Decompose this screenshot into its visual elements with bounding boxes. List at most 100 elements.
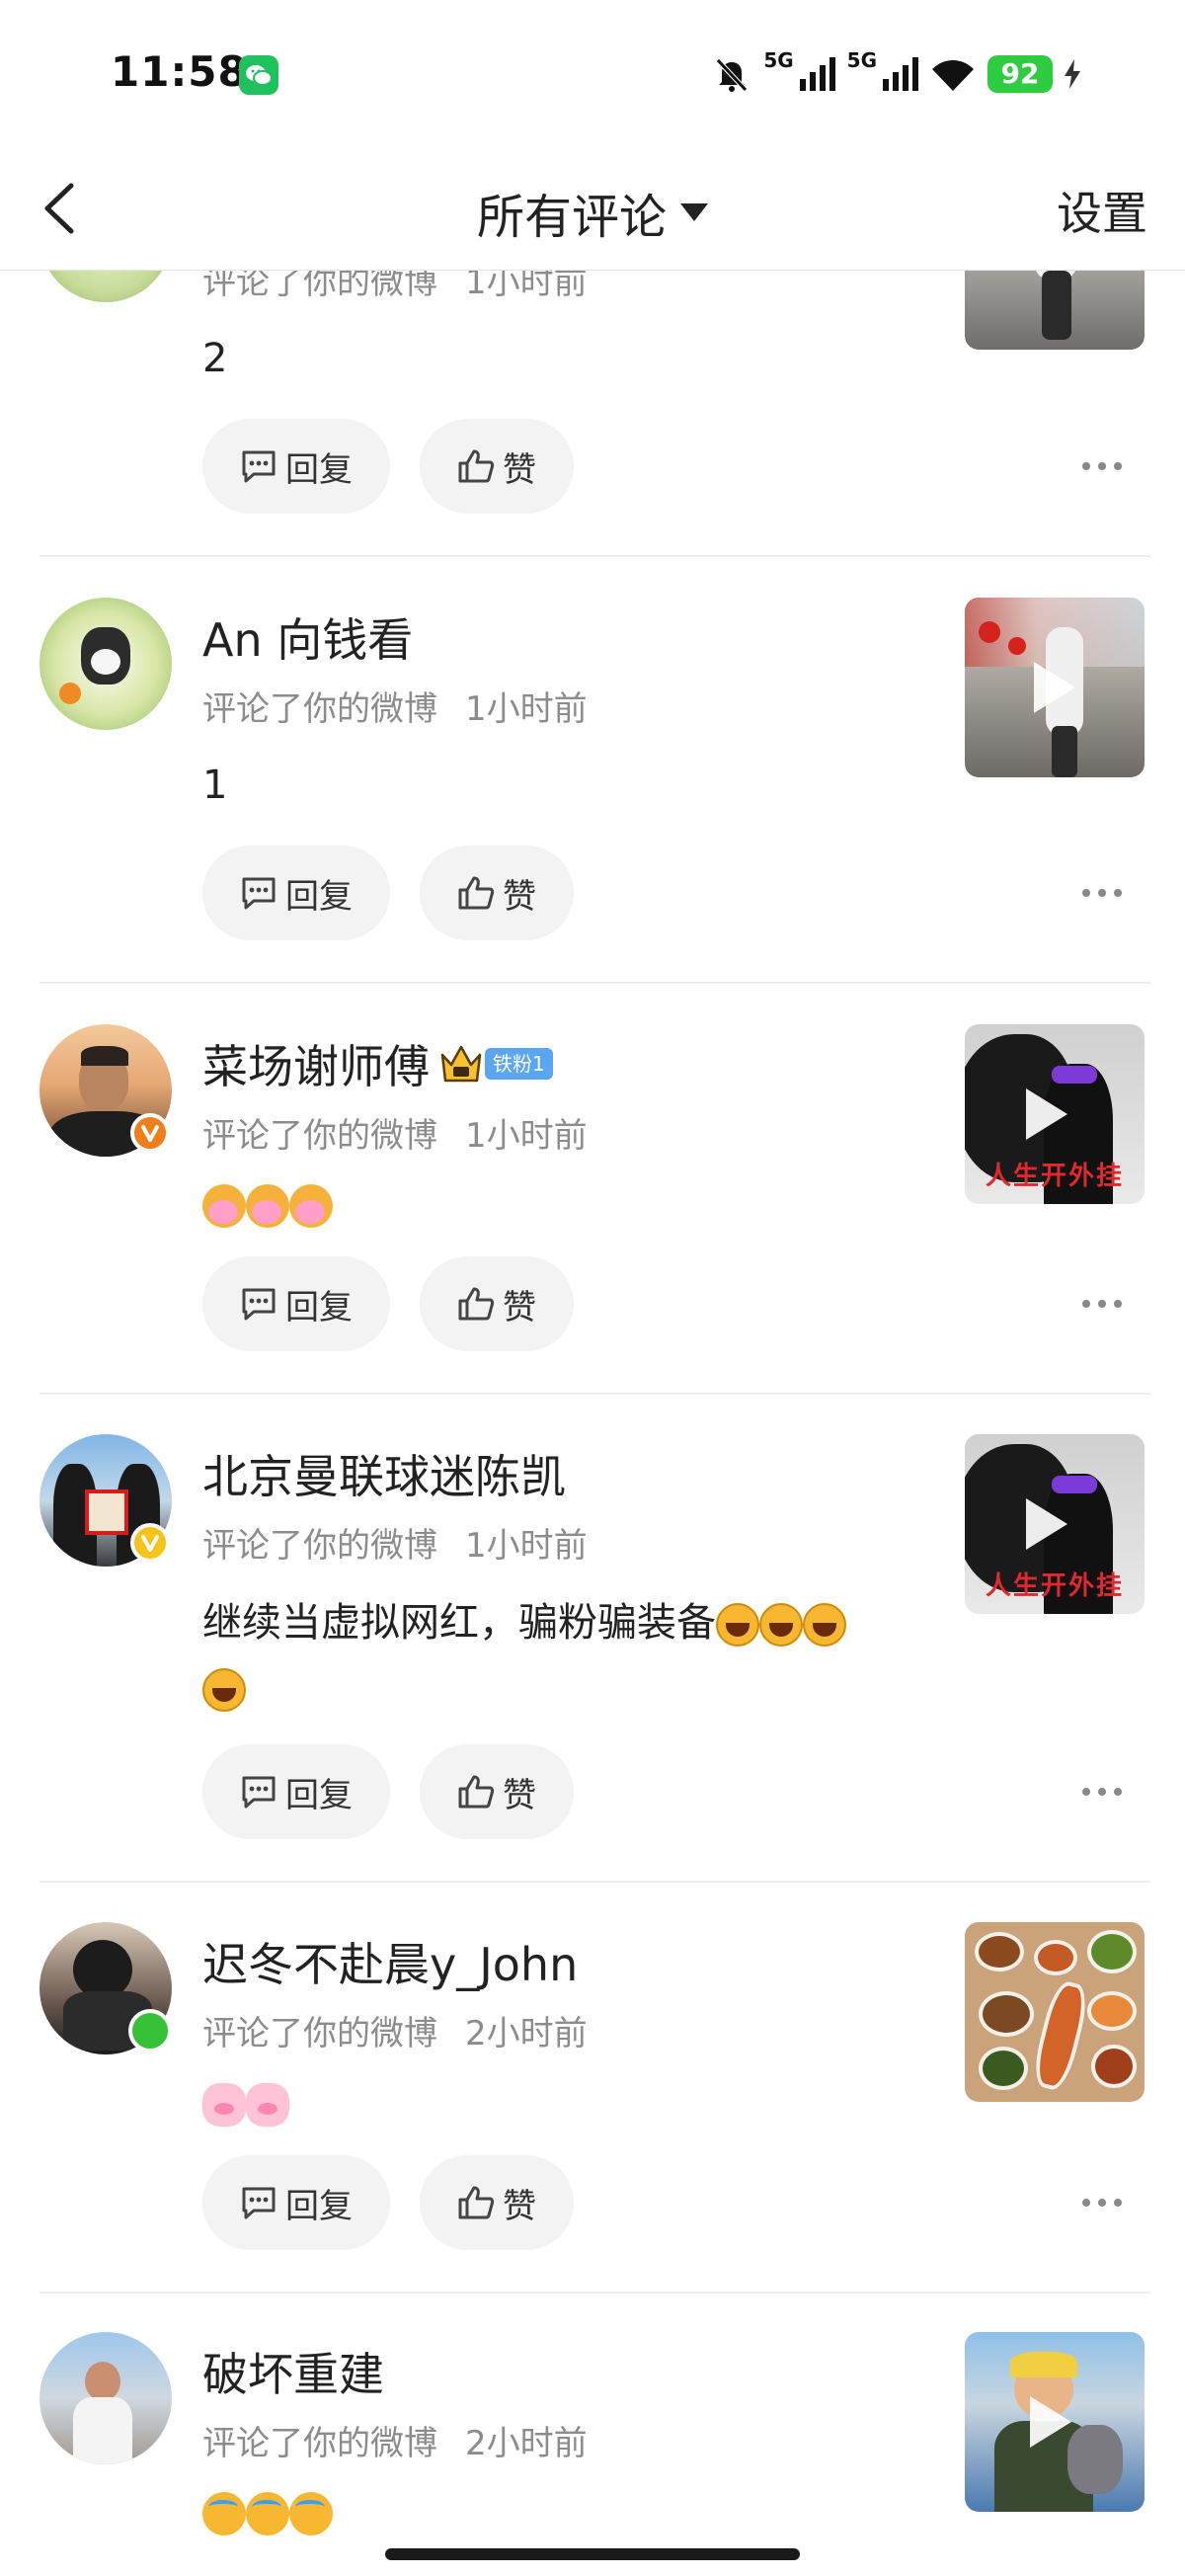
comment-action-text: 评论了你的微博	[202, 2424, 437, 2463]
flower-emoji-icon	[289, 1184, 333, 1228]
comment-content: 继续当虚拟网红，骗粉骗装备	[202, 1590, 923, 1721]
username[interactable]: 菜场谢师傅	[202, 1031, 430, 1096]
username[interactable]: An 向钱看	[202, 604, 413, 670]
page-title: 所有评论	[476, 190, 667, 245]
comment-content	[202, 1171, 923, 1237]
charging-icon	[1065, 59, 1080, 89]
thumbs-up-icon	[458, 876, 495, 910]
divider	[40, 1393, 1150, 1395]
play-icon	[1030, 2396, 1071, 2448]
divider	[40, 555, 1150, 557]
like-button[interactable]: 赞	[420, 1744, 574, 1839]
post-thumbnail[interactable]: 人生开外挂	[965, 1434, 1145, 1614]
username-row: An 向钱看	[202, 604, 413, 670]
post-thumbnail[interactable]: 人生开外挂	[965, 1024, 1145, 1204]
crown-icon	[440, 1045, 482, 1083]
crying-laughing-emoji-icon	[246, 2492, 289, 2536]
comment-actions: 回复 赞	[202, 845, 574, 940]
comment-meta: 评论了你的微博 1小时前	[202, 1108, 588, 1157]
comment-meta: 评论了你的微博 2小时前	[202, 2416, 588, 2464]
comment-time: 2小时前	[465, 2014, 588, 2053]
online-status-icon	[128, 2009, 172, 2053]
more-options-button[interactable]	[1082, 2193, 1122, 2213]
network-type-label: 5G	[763, 48, 794, 72]
post-thumbnail[interactable]	[965, 598, 1145, 777]
like-button[interactable]: 赞	[420, 1256, 574, 1351]
username[interactable]: 破坏重建	[202, 2339, 384, 2404]
reply-button[interactable]: 回复	[202, 1256, 390, 1351]
comment-time: 1小时前	[465, 1526, 588, 1566]
play-icon	[1026, 1498, 1067, 1550]
reply-button[interactable]: 回复	[202, 845, 390, 940]
comment-content	[202, 2070, 923, 2135]
thumbs-up-icon	[458, 449, 495, 483]
comment-actions: 回复 赞	[202, 1744, 574, 1839]
more-options-button[interactable]	[1082, 883, 1122, 903]
comment-time: 2小时前	[465, 2424, 588, 2463]
like-label: 赞	[503, 1287, 536, 1328]
signal-icon	[799, 57, 835, 91]
thumbnail-caption: 人生开外挂	[985, 1162, 1124, 1191]
comment-action-text: 评论了你的微博	[202, 689, 437, 729]
laughing-emoji-icon	[803, 1603, 846, 1647]
verified-badge-icon	[130, 1523, 170, 1563]
like-button[interactable]: 赞	[420, 845, 574, 940]
reply-label: 回复	[285, 1287, 353, 1328]
username[interactable]: 北京曼联球迷陈凯	[202, 1441, 566, 1506]
pig-emoji-icon	[202, 2083, 246, 2127]
signal-icon	[883, 57, 918, 91]
comment-icon	[242, 877, 276, 910]
reply-label: 回复	[285, 876, 353, 917]
reply-label: 回复	[285, 449, 353, 490]
flower-emoji-icon	[246, 1184, 289, 1228]
more-options-button[interactable]	[1082, 1294, 1122, 1314]
more-options-button[interactable]	[1082, 456, 1122, 476]
settings-button[interactable]: 设置	[1057, 178, 1147, 243]
comment-text: 继续当虚拟网红，骗粉骗装备	[202, 1600, 716, 1646]
battery-level: 92	[988, 55, 1053, 93]
bell-off-icon	[712, 54, 751, 94]
more-options-button[interactable]	[1082, 1782, 1122, 1802]
like-button[interactable]: 赞	[420, 2155, 574, 2250]
status-time: 11:58	[111, 47, 248, 96]
like-label: 赞	[503, 2186, 536, 2226]
divider	[40, 982, 1150, 984]
comment-action-text: 评论了你的微博	[202, 2014, 437, 2053]
comment-content: 2	[202, 336, 228, 381]
like-label: 赞	[503, 876, 536, 917]
crying-laughing-emoji-icon	[289, 2492, 333, 2536]
divider	[40, 2292, 1150, 2294]
thumbs-up-icon	[458, 1775, 495, 1809]
crying-laughing-emoji-icon	[202, 2492, 246, 2536]
reply-button[interactable]: 回复	[202, 1744, 390, 1839]
laughing-emoji-icon	[716, 1603, 759, 1647]
thumbs-up-icon	[458, 2186, 495, 2219]
status-indicators: 5G 5G 92	[712, 48, 1080, 99]
divider	[40, 1881, 1150, 1883]
comment-icon	[242, 1776, 276, 1809]
comment-time: 1小时前	[465, 689, 588, 729]
like-label: 赞	[503, 1775, 536, 1815]
avatar[interactable]	[40, 598, 172, 730]
comment-filter-dropdown[interactable]: 所有评论	[0, 178, 1185, 247]
thumbs-up-icon	[458, 1287, 495, 1321]
verified-badge-icon	[130, 1113, 170, 1153]
reply-label: 回复	[285, 2186, 353, 2226]
username[interactable]: 迟冬不赴晨y_John	[202, 1929, 578, 1994]
like-button[interactable]: 赞	[420, 419, 574, 514]
username-row: 北京曼联球迷陈凯	[202, 1441, 566, 1506]
reply-button[interactable]: 回复	[202, 2155, 390, 2250]
comment-actions: 回复 赞	[202, 1256, 574, 1351]
comment-time: 1小时前	[465, 1116, 588, 1156]
home-indicator[interactable]	[385, 2548, 800, 2560]
avatar[interactable]	[40, 2332, 172, 2464]
post-thumbnail[interactable]	[965, 2332, 1145, 2512]
comment-action-text: 评论了你的微博	[202, 1526, 437, 1566]
pig-emoji-icon	[246, 2083, 289, 2127]
username-row: 迟冬不赴晨y_John	[202, 1929, 578, 1994]
laughing-emoji-icon	[202, 1668, 246, 1712]
post-thumbnail[interactable]	[965, 1922, 1145, 2102]
caret-down-icon	[680, 203, 708, 221]
reply-button[interactable]: 回复	[202, 419, 390, 514]
comment-content	[202, 2479, 923, 2544]
